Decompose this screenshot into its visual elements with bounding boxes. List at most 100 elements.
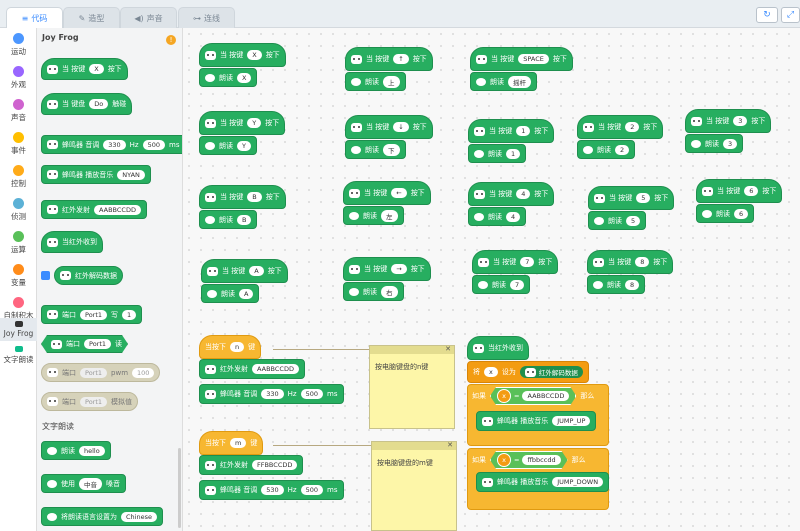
ir-send-block[interactable]: 红外发射 AABBCCDD (199, 359, 305, 379)
say-block[interactable]: 朗读右 (343, 282, 404, 301)
category-4[interactable]: 事件 (0, 132, 37, 156)
when-key-pressed-block[interactable]: 当 按键 X 按下 (199, 43, 286, 67)
say-input[interactable]: 右 (381, 285, 398, 298)
say-input[interactable]: X (237, 72, 252, 83)
say-input[interactable]: 6 (734, 208, 749, 219)
key-dropdown[interactable]: Y (247, 118, 262, 128)
palette-ir-data-reporter[interactable]: 红外解码数据 (54, 266, 123, 285)
say-input[interactable]: 4 (506, 211, 521, 222)
hz-input[interactable]: 330 (261, 389, 284, 399)
ms-input[interactable]: 500 (142, 139, 166, 150)
tone-block[interactable]: 蜂鸣器 音调 330 Hz 500 ms (199, 384, 344, 404)
when-key-pressed-block[interactable]: 当 按键 6 按下 (696, 179, 783, 203)
palette-port-read-block[interactable]: 端口 Port1 读 (41, 335, 128, 353)
ir-data-reporter[interactable]: 红外解码数据 (519, 366, 583, 378)
song-dropdown[interactable]: JUMP_DOWN (552, 477, 604, 487)
when-key-pressed-block[interactable]: 当 按键 7 按下 (472, 250, 559, 274)
tab-sound[interactable]: ◀) 声音 (120, 7, 177, 28)
variable-dropdown[interactable]: x (484, 367, 498, 377)
category-5[interactable]: 控制 (0, 165, 37, 189)
x-variable[interactable]: x (497, 389, 511, 403)
say-block[interactable]: 朗读 8 (587, 275, 646, 294)
when-key-pressed-block[interactable]: 当 按键 1 按下 (468, 119, 555, 143)
refresh-button[interactable]: ↻ (756, 7, 778, 23)
palette-scrollbar[interactable] (178, 448, 181, 528)
when-key-pressed-block[interactable]: 当 按键 ↑ 按下 (345, 47, 433, 71)
say-input[interactable]: 7 (510, 279, 525, 290)
key-dropdown[interactable]: ← (391, 188, 407, 198)
say-block[interactable]: 朗读 5 (588, 211, 647, 230)
say-input[interactable]: B (237, 214, 252, 225)
key-dropdown[interactable]: n (230, 342, 245, 352)
comment-note[interactable]: ✕ 按电脑键盘的m键 (371, 441, 457, 531)
when-key-pressed-block[interactable]: 当 按键 B 按下 (199, 185, 286, 209)
ir-code-input[interactable]: FFBBCCDD (252, 460, 298, 470)
voice-dropdown[interactable]: 中音 (79, 477, 102, 490)
tab-code[interactable]: ≡ 代码 (6, 7, 63, 28)
key-dropdown[interactable]: B (247, 192, 262, 202)
key-dropdown[interactable]: 3 (733, 116, 748, 126)
ir-send-block[interactable]: 红外发射 FFBBCCDD (199, 455, 304, 475)
equals-operator[interactable]: x = AABBCCDD (490, 387, 576, 405)
music-block[interactable]: 蜂鸣器 播放音乐 JUMP_UP (476, 411, 597, 431)
palette-when-pad-block[interactable]: 当 键盘 Do 触碰 (41, 93, 133, 115)
say-input[interactable]: 左 (381, 209, 398, 222)
hz-input[interactable]: 530 (261, 485, 284, 495)
say-block[interactable]: 朗读 4 (468, 207, 527, 226)
equals-operator[interactable]: x = ffbbccdd (490, 451, 568, 469)
palette-when-key-block[interactable]: 当 按键 X 按下 (41, 58, 128, 80)
say-input[interactable]: 上 (383, 75, 400, 88)
script-workspace[interactable]: 当按下 n 键 红外发射 AABBCCDD 蜂鸣器 音调 330 Hz 500 ms ✕ 按电脑… (183, 28, 800, 531)
when-key-pressed-block[interactable]: 当 按键 3 按下 (685, 109, 772, 133)
category-7[interactable]: 运算 (0, 231, 37, 255)
say-block[interactable]: 朗读下 (345, 140, 406, 159)
close-icon[interactable]: ✕ (445, 345, 451, 353)
key-dropdown[interactable]: 7 (520, 257, 535, 267)
port-dropdown[interactable]: Port1 (80, 367, 108, 378)
category-3[interactable]: 声音 (0, 99, 37, 123)
say-input[interactable]: 1 (506, 148, 521, 159)
key-dropdown[interactable]: A (249, 266, 264, 276)
when-key-pressed-block[interactable]: 当 按键 8 按下 (587, 250, 674, 274)
pad-dropdown[interactable]: Do (89, 99, 109, 109)
value-dropdown[interactable]: 1 (122, 309, 137, 320)
lang-dropdown[interactable]: Chinese (121, 511, 157, 522)
say-block[interactable]: 朗读 3 (685, 134, 744, 153)
key-dropdown[interactable]: m (230, 438, 247, 448)
palette-port-write-block[interactable]: 端口 Port1 写 1 (41, 305, 143, 324)
say-input[interactable]: 下 (383, 143, 400, 156)
key-dropdown[interactable]: X (89, 64, 104, 74)
comment-note[interactable]: ✕ 按电脑键盘的n键 (369, 345, 455, 429)
tone-block[interactable]: 蜂鸣器 音调 530 Hz 500 ms (199, 480, 344, 500)
tab-costume[interactable]: ✎ 造型 (63, 7, 120, 28)
say-input[interactable]: 2 (615, 144, 630, 155)
ms-input[interactable]: 500 (300, 485, 324, 495)
ir-code-input[interactable]: AABBCCDD (252, 364, 299, 374)
music-block[interactable]: 蜂鸣器 播放音乐 JUMP_DOWN (476, 472, 610, 492)
when-ir-received-block[interactable]: 当红外收到 (467, 336, 529, 360)
say-block[interactable]: 朗读 X (199, 68, 258, 87)
palette-music-block[interactable]: 蜂鸣器 播放音乐 NYAN (41, 165, 151, 184)
say-input[interactable]: Y (237, 140, 251, 151)
palette-tts-lang-block[interactable]: 将朗读语言设置为 Chinese (41, 507, 163, 526)
port-dropdown[interactable]: Port1 (80, 396, 108, 407)
ir-data-checkbox[interactable] (41, 271, 50, 280)
pwm-input[interactable]: 100 (132, 367, 155, 378)
category-2[interactable]: 外观 (0, 66, 37, 90)
when-key-pressed-block[interactable]: 当 按键 ↓ 按下 (345, 115, 433, 139)
when-key-pressed-block[interactable]: 当 按键 5 按下 (588, 186, 675, 210)
song-dropdown[interactable]: JUMP_UP (552, 416, 591, 426)
say-input[interactable]: A (239, 288, 254, 299)
say-input[interactable]: 3 (723, 138, 738, 149)
port-dropdown[interactable]: Port1 (80, 309, 108, 320)
palette-tts-voice-block[interactable]: 使用 中音 嗓音 (41, 474, 126, 493)
when-key-pressed-block[interactable]: 当 按键 Y 按下 (199, 111, 286, 135)
category-6[interactable]: 侦测 (0, 198, 37, 222)
when-n-pressed-block[interactable]: 当按下 n 键 (199, 335, 262, 359)
say-input[interactable]: hello (79, 445, 105, 456)
key-dropdown[interactable]: 5 (636, 193, 651, 203)
palette-tone-block[interactable]: 蜂鸣器 音调 330 Hz 500 ms (41, 135, 182, 154)
key-dropdown[interactable]: 6 (744, 186, 759, 196)
compare-input[interactable]: ffbbccdd (522, 455, 560, 465)
say-block[interactable]: 朗读上 (345, 72, 406, 91)
